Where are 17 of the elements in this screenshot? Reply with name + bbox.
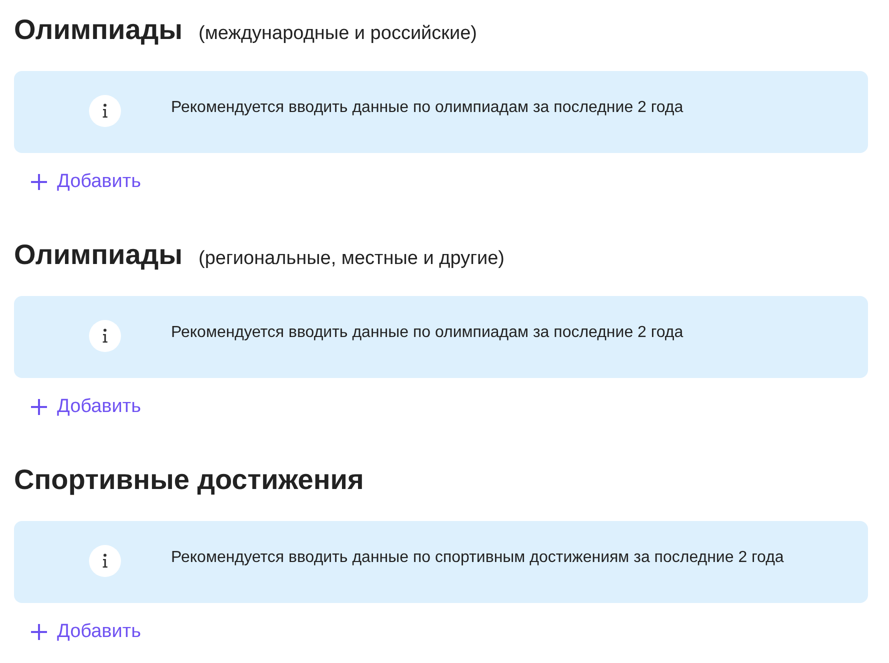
section-title: Олимпиады <box>14 239 183 271</box>
plus-icon <box>31 399 47 415</box>
plus-icon <box>31 624 47 640</box>
notice-text: Рекомендуется вводить данные по олимпиадам за последние 2 года <box>171 98 684 118</box>
add-button[interactable]: Добавить <box>31 392 141 422</box>
info-icon <box>89 320 121 352</box>
plus-icon <box>31 174 47 190</box>
notice-text: Рекомендуется вводить данные по олимпиадам за последние 2 года <box>171 323 684 343</box>
info-icon <box>89 95 121 127</box>
section-title: Спортивные достижения <box>14 464 364 496</box>
add-button[interactable]: Добавить <box>31 617 141 647</box>
section-subtitle: (региональные, местные и другие) <box>198 247 505 271</box>
section-subtitle: (международные и российские) <box>198 22 477 46</box>
section-title: Олимпиады <box>14 14 183 46</box>
add-button[interactable]: Добавить <box>31 167 141 197</box>
info-icon <box>89 545 121 577</box>
notice-text: Рекомендуется вводить данные по спортивным достижениям за последние 2 года <box>171 548 784 568</box>
